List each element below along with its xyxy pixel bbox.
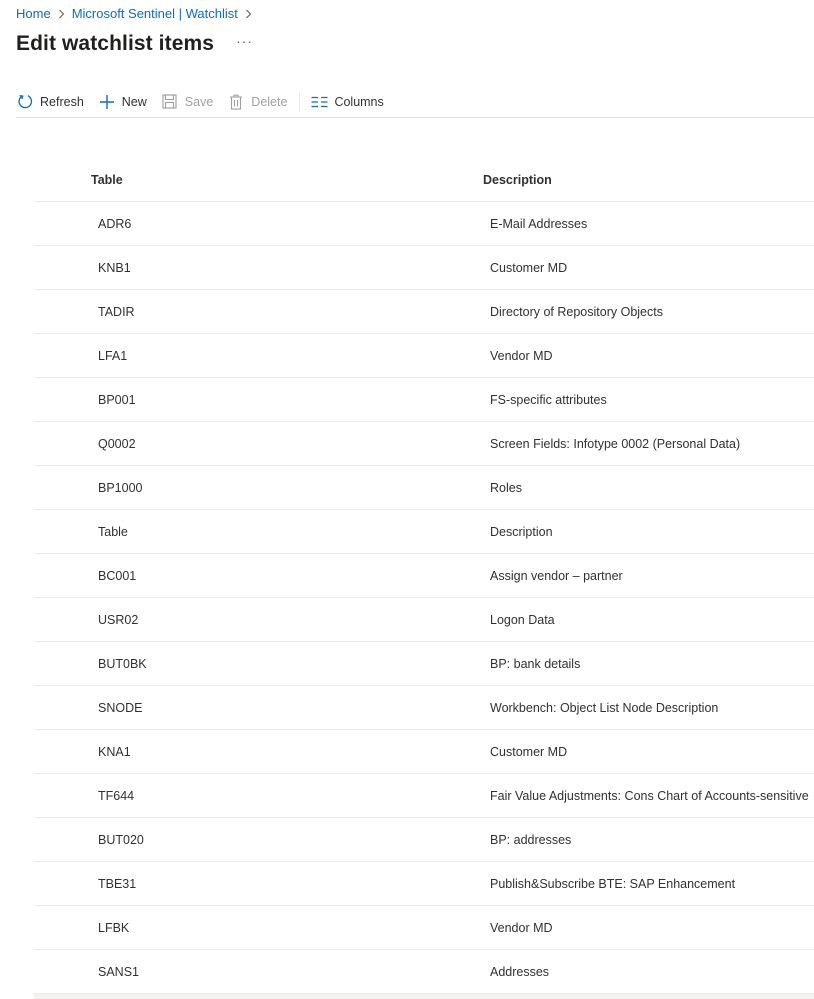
column-header-description[interactable]: Description	[483, 173, 552, 187]
cell-description[interactable]: Directory of Repository Objects	[490, 305, 663, 319]
cell-description[interactable]: Fair Value Adjustments: Cons Chart of Ac…	[490, 789, 809, 803]
cell-description[interactable]: Logon Data	[490, 613, 555, 627]
table-row[interactable]: KNB1 Customer MD	[34, 246, 814, 290]
refresh-button[interactable]: Refresh	[16, 93, 84, 111]
table-row[interactable]: TF644 Fair Value Adjustments: Cons Chart …	[34, 774, 814, 818]
table-row[interactable]: LFA1 Vendor MD	[34, 334, 814, 378]
columns-label: Columns	[334, 94, 384, 109]
cell-description[interactable]: Customer MD	[490, 745, 567, 759]
cell-table[interactable]: LFBK	[34, 921, 490, 935]
cell-table[interactable]: TF644	[34, 789, 490, 803]
table-row[interactable]: TBE31 Publish&Subscribe BTE: SAP Enhancem…	[34, 862, 814, 906]
cell-description[interactable]: Description	[490, 525, 553, 539]
cell-table[interactable]: TBE31	[34, 877, 490, 891]
cell-description[interactable]: Publish&Subscribe BTE: SAP Enhancement	[490, 877, 735, 891]
cell-table[interactable]: TADIR	[34, 305, 490, 319]
cell-table[interactable]: BP1000	[34, 481, 490, 495]
cell-description[interactable]: Screen Fields: Infotype 0002 (Personal D…	[490, 437, 740, 451]
table-row[interactable]: LFBK Vendor MD	[34, 906, 814, 950]
table-row[interactable]: BP001 FS-specific attributes	[34, 378, 814, 422]
cell-table[interactable]: Table	[34, 525, 490, 539]
page-title: Edit watchlist items	[16, 32, 215, 55]
cell-table[interactable]: KNA1	[34, 745, 490, 759]
cell-table[interactable]: Q0002	[34, 437, 490, 451]
breadcrumb-home-link[interactable]: Home	[16, 6, 51, 21]
cell-table[interactable]: BUT0BK	[34, 657, 490, 671]
column-header-table[interactable]: Table	[34, 173, 483, 187]
cell-description[interactable]: Customer MD	[490, 261, 567, 275]
table-row[interactable]: Q0002 Screen Fields: Infotype 0002 (Perso…	[34, 422, 814, 466]
cell-description[interactable]: Vendor MD	[490, 349, 553, 363]
table-row[interactable]: SNODE Workbench: Object List Node Descrip…	[34, 686, 814, 730]
save-button[interactable]: Save	[161, 93, 214, 111]
add-icon	[98, 93, 116, 111]
cell-table[interactable]: SNODE	[34, 701, 490, 715]
table-row[interactable]: BUT0BK BP: bank details	[34, 642, 814, 686]
grid-header-row: Table Description	[34, 158, 814, 202]
table-row[interactable]: USR02 Logon Data	[34, 598, 814, 642]
grid-scroll-footer	[34, 994, 814, 999]
new-label: New	[121, 94, 147, 109]
cell-table[interactable]: USR02	[34, 613, 490, 627]
cell-description[interactable]: E-Mail Addresses	[490, 217, 587, 231]
table-row[interactable]: BP1000 Roles	[34, 466, 814, 510]
table-row[interactable]: KNA1 Customer MD	[34, 730, 814, 774]
title-row: Edit watchlist items ···	[16, 32, 253, 56]
save-label: Save	[184, 94, 214, 109]
breadcrumb: Home Microsoft Sentinel | Watchlist	[16, 6, 259, 21]
cell-table[interactable]: BUT020	[34, 833, 490, 847]
cell-table[interactable]: BP001	[34, 393, 490, 407]
cell-table[interactable]: KNB1	[34, 261, 490, 275]
cell-description[interactable]: BP: bank details	[490, 657, 580, 671]
cell-description[interactable]: Roles	[490, 481, 522, 495]
cell-description[interactable]: Workbench: Object List Node Description	[490, 701, 718, 715]
delete-button[interactable]: Delete	[227, 93, 287, 111]
cell-table[interactable]: ADR6	[34, 217, 490, 231]
table-row[interactable]: Table Description	[34, 510, 814, 554]
refresh-icon	[16, 93, 34, 111]
cell-description[interactable]: Addresses	[490, 965, 549, 979]
more-options-button[interactable]: ···	[236, 34, 253, 54]
cell-table[interactable]: SANS1	[34, 965, 490, 979]
columns-button[interactable]: Columns	[310, 93, 384, 111]
cell-table[interactable]: LFA1	[34, 349, 490, 363]
cell-description[interactable]: Assign vendor – partner	[490, 569, 623, 583]
table-row[interactable]: TADIR Directory of Repository Objects	[34, 290, 814, 334]
command-bar: Refresh New Save Delete Columns	[16, 86, 814, 118]
delete-label: Delete	[251, 94, 288, 109]
chevron-right-icon	[245, 9, 252, 19]
chevron-right-icon	[58, 9, 65, 19]
new-button[interactable]: New	[98, 93, 147, 111]
table-row[interactable]: ADR6 E-Mail Addresses	[34, 202, 814, 246]
table-row[interactable]: SANS1 Addresses	[34, 950, 814, 994]
toolbar-divider	[299, 91, 301, 112]
cell-table[interactable]: BC001	[34, 569, 490, 583]
refresh-label: Refresh	[40, 94, 84, 109]
table-row[interactable]: BUT020 BP: addresses	[34, 818, 814, 862]
cell-description[interactable]: Vendor MD	[490, 921, 553, 935]
save-icon	[161, 93, 179, 111]
cell-description[interactable]: FS-specific attributes	[490, 393, 607, 407]
trash-icon	[227, 93, 245, 111]
columns-icon	[310, 93, 328, 111]
breadcrumb-watchlist-link[interactable]: Microsoft Sentinel | Watchlist	[72, 6, 238, 21]
watchlist-items-grid: Table Description ADR6 E-Mail Addresses KN…	[34, 158, 814, 999]
cell-description[interactable]: BP: addresses	[490, 833, 571, 847]
table-row[interactable]: BC001 Assign vendor – partner	[34, 554, 814, 598]
grid-body: ADR6 E-Mail Addresses KNB1 Customer MD TADIR…	[34, 202, 814, 994]
